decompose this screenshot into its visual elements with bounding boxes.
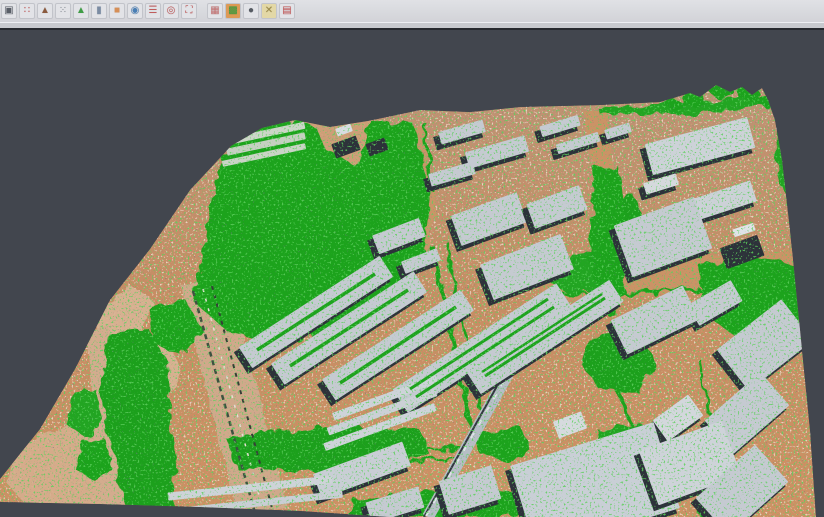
classification-palette-icon[interactable]: ▩ bbox=[225, 3, 241, 19]
profile-view-icon[interactable]: ▮ bbox=[91, 3, 107, 19]
application-window: ▣∷▲⁙▲▮■◉☰◎⛶▦▩●✕▤ bbox=[0, 0, 824, 517]
grid-red-icon[interactable]: ▦ bbox=[207, 3, 223, 19]
3d-viewport[interactable] bbox=[0, 0, 824, 517]
layers-red-icon[interactable]: ▤ bbox=[279, 3, 295, 19]
toolbar-separator bbox=[199, 3, 207, 19]
select-area-icon[interactable]: ⛶ bbox=[181, 3, 197, 19]
list-red-icon[interactable]: ☰ bbox=[145, 3, 161, 19]
ortho-image-icon[interactable]: ■ bbox=[109, 3, 125, 19]
open-dataset-icon[interactable]: ▣ bbox=[1, 3, 17, 19]
terrain-surface-icon[interactable]: ▲ bbox=[73, 3, 89, 19]
delete-cross-icon[interactable]: ✕ bbox=[261, 3, 277, 19]
target-circle-icon[interactable]: ◎ bbox=[163, 3, 179, 19]
point-cloud-scene bbox=[0, 0, 824, 517]
globe-view-icon[interactable]: ◉ bbox=[127, 3, 143, 19]
toolbar: ▣∷▲⁙▲▮■◉☰◎⛶▦▩●✕▤ bbox=[0, 0, 824, 22]
tin-surface-icon[interactable]: ▲ bbox=[37, 3, 53, 19]
classify-points-icon[interactable]: ∷ bbox=[19, 3, 35, 19]
toolbar-divider bbox=[0, 28, 824, 30]
sphere-icon[interactable]: ● bbox=[243, 3, 259, 19]
point-cloud-icon[interactable]: ⁙ bbox=[55, 3, 71, 19]
